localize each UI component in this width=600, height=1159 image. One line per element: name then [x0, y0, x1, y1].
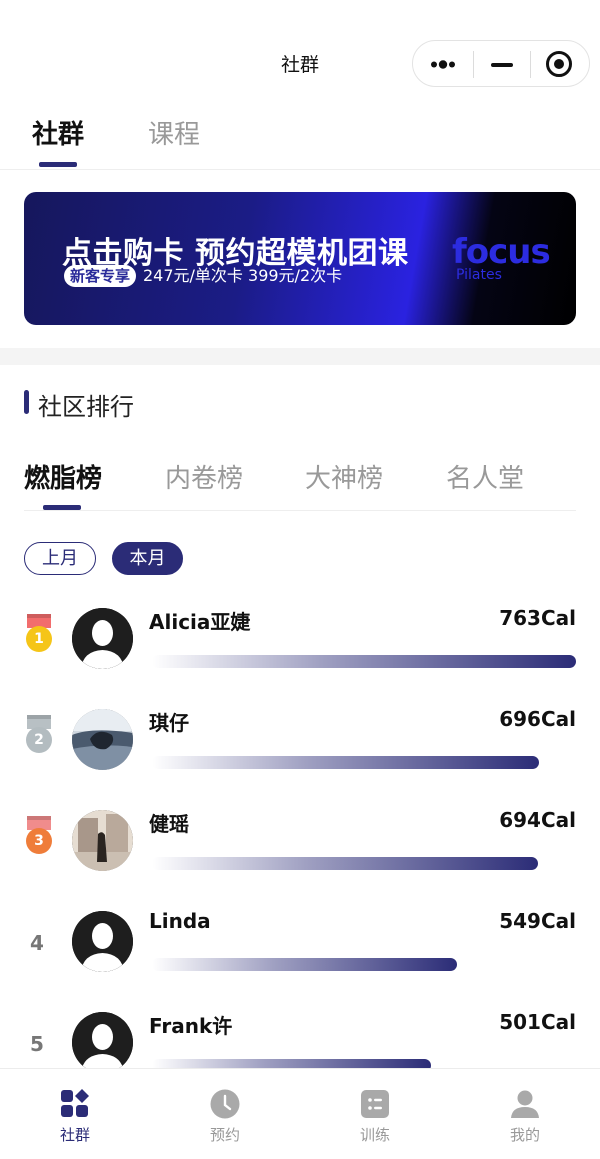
profile-icon — [511, 1090, 539, 1118]
member-name: Frank许 — [149, 1014, 233, 1038]
member-name: 健瑶 — [149, 812, 189, 836]
avatar[interactable] — [72, 608, 133, 669]
more-button[interactable] — [413, 41, 473, 88]
avatar[interactable] — [72, 911, 133, 972]
main-tabs: 社群 课程 — [0, 106, 600, 170]
sea-photo-avatar-icon — [72, 709, 133, 770]
promo-banner[interactable]: 点击购卡 预约超模机团课 新客专享 247元/单次卡 399元/2次卡 focu… — [24, 192, 576, 325]
bronze-medal-icon: 3 — [25, 816, 53, 856]
ranking-tab-indicator — [43, 505, 81, 510]
avatar[interactable] — [72, 709, 133, 770]
calorie-value: 763Cal — [499, 606, 576, 630]
tab-indicator — [39, 162, 77, 167]
tabbar-label: 预约 — [209, 1126, 240, 1144]
progress-bar — [152, 958, 457, 971]
tabbar-label: 我的 — [509, 1126, 540, 1144]
menu-capsule — [412, 40, 590, 87]
member-name: 琪仔 — [149, 711, 189, 735]
calorie-value: 501Cal — [499, 1010, 576, 1034]
section-divider — [0, 348, 600, 365]
title-bar: 社群 — [0, 0, 600, 106]
calorie-value: 549Cal — [499, 909, 576, 933]
rank-number: 4 — [30, 931, 44, 955]
tabbar-item-community[interactable]: 社群 — [0, 1069, 150, 1159]
section-accent-bar — [24, 390, 29, 414]
avatar[interactable] — [72, 1012, 133, 1068]
banner-prices: 247元/单次卡 399元/2次卡 — [143, 266, 343, 285]
tabbar-item-booking[interactable]: 预约 — [150, 1069, 300, 1159]
tab-hall-of-fame[interactable]: 名人堂 — [446, 458, 524, 495]
leaderboard-list[interactable]: 1 Alicia亚婕 763Cal 2 琪仔 696Cal 3 健瑶 694Ca… — [0, 596, 600, 1068]
list-item[interactable]: 5 Frank许 501Cal — [0, 1000, 600, 1068]
minimize-button[interactable] — [474, 41, 530, 88]
brand-logo-sub: Pilates — [456, 267, 502, 283]
list-item[interactable]: 2 琪仔 696Cal — [0, 697, 600, 798]
tabbar-label: 训练 — [359, 1126, 390, 1144]
avatar[interactable] — [72, 810, 133, 871]
last-month-button[interactable]: 上月 — [24, 542, 96, 575]
list-item[interactable]: 4 Linda 549Cal — [0, 899, 600, 1000]
tab-courses[interactable]: 课程 — [148, 114, 200, 151]
list-item[interactable]: 3 健瑶 694Cal — [0, 798, 600, 899]
tab-community[interactable]: 社群 — [32, 114, 84, 151]
tabbar-item-profile[interactable]: 我的 — [450, 1069, 600, 1159]
this-month-button[interactable]: 本月 — [112, 542, 183, 575]
progress-bar — [152, 1059, 431, 1068]
rank-number: 5 — [30, 1032, 44, 1056]
progress-bar — [152, 756, 539, 769]
section-title: 社区排行 — [38, 393, 134, 421]
tab-fat-burn[interactable]: 燃脂榜 — [24, 458, 102, 495]
list-item[interactable]: 1 Alicia亚婕 763Cal — [0, 596, 600, 697]
brand-logo: focus — [452, 232, 551, 272]
clock-icon — [210, 1089, 240, 1119]
progress-bar — [152, 857, 538, 870]
ranking-tabs: 燃脂榜 内卷榜 大神榜 名人堂 — [24, 446, 576, 511]
bottom-tab-bar: 社群 预约 训练 我的 — [0, 1068, 600, 1159]
default-avatar-icon — [72, 608, 133, 669]
tabbar-label: 社群 — [59, 1126, 90, 1144]
tab-master[interactable]: 大神榜 — [305, 458, 383, 495]
calorie-value: 696Cal — [499, 707, 576, 731]
progress-bar — [152, 655, 576, 668]
community-icon — [61, 1089, 89, 1117]
silver-medal-icon: 2 — [25, 715, 53, 755]
member-name: Linda — [149, 909, 211, 933]
close-miniprogram-button[interactable] — [531, 41, 589, 88]
street-photo-avatar-icon — [72, 810, 133, 871]
more-dots-icon — [431, 60, 455, 69]
member-name: Alicia亚婕 — [149, 610, 251, 634]
target-icon — [546, 51, 572, 77]
default-avatar-icon — [72, 1012, 133, 1068]
tabbar-item-training[interactable]: 训练 — [300, 1069, 450, 1159]
tab-hardwork[interactable]: 内卷榜 — [165, 458, 243, 495]
default-avatar-icon — [72, 911, 133, 972]
new-customer-badge: 新客专享 — [64, 265, 137, 287]
calorie-value: 694Cal — [499, 808, 576, 832]
gold-medal-icon: 1 — [25, 614, 53, 654]
training-icon — [361, 1090, 389, 1118]
